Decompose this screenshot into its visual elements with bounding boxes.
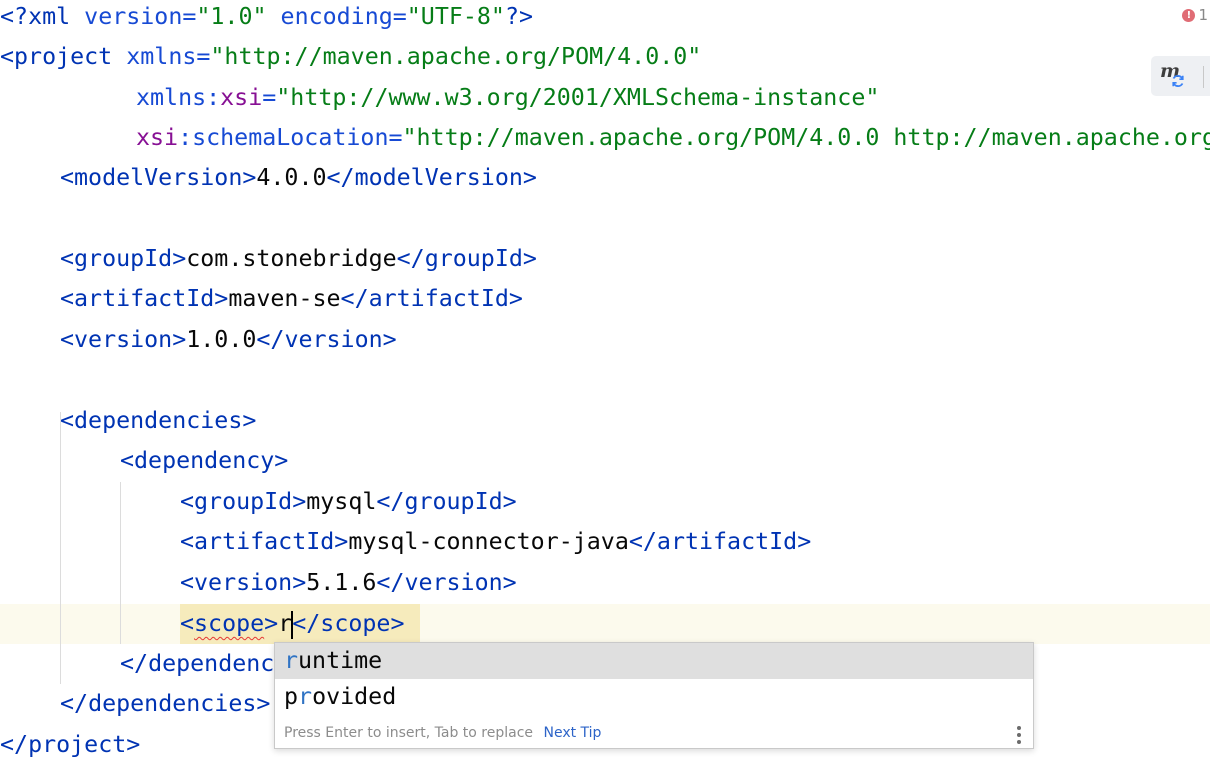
maven-reload-button[interactable]: m xyxy=(1151,56,1210,96)
code-line-19: </project> xyxy=(0,731,141,758)
code-line-4: xsi:schemaLocation="http://maven.apache.… xyxy=(136,124,1210,151)
completion-hint: Press Enter to insert, Tab to replace xyxy=(284,725,534,741)
problem-count: 1 xyxy=(1198,6,1208,24)
code-line-11: <dependencies> xyxy=(60,407,257,434)
code-line-13: <groupId>mysql</groupId> xyxy=(180,488,517,515)
code-line-16: <scope>r</scope> xyxy=(180,610,405,639)
code-line-8: <artifactId>maven-se</artifactId> xyxy=(60,285,523,312)
button-divider xyxy=(1203,66,1204,88)
code-line-2: <project xmlns="http://maven.apache.org/… xyxy=(0,43,702,70)
maven-reload-icon xyxy=(1172,75,1184,87)
code-line-1: <?xml version="1.0" encoding="UTF-8"?> xyxy=(0,3,534,30)
code-line-9: <version>1.0.0</version> xyxy=(60,326,397,353)
code-line-5: <modelVersion>4.0.0</modelVersion> xyxy=(60,164,537,191)
code-line-12: <dependency> xyxy=(120,447,289,474)
code-line-7: <groupId>com.stonebridge</groupId> xyxy=(60,245,537,272)
completion-footer: Press Enter to insert, Tab to replace Ne… xyxy=(275,719,1033,747)
code-line-14: <artifactId>mysql-connector-java</artifa… xyxy=(180,528,812,555)
completion-item-provided[interactable]: provided xyxy=(275,679,1033,715)
next-tip-link[interactable]: Next Tip xyxy=(543,725,601,741)
indent-guide xyxy=(60,412,61,684)
indent-guide xyxy=(120,482,121,644)
code-completion-popup[interactable]: runtime provided Press Enter to insert, … xyxy=(274,642,1034,749)
completion-item-runtime[interactable]: runtime xyxy=(275,643,1033,679)
code-line-15: <version>5.1.6</version> xyxy=(180,569,517,596)
problems-indicator[interactable]: ! 1 xyxy=(1182,4,1210,26)
more-vertical-icon[interactable] xyxy=(1017,726,1021,744)
code-line-18: </dependencies> xyxy=(60,690,271,717)
error-icon: ! xyxy=(1182,8,1196,22)
code-line-3: xmlns:xsi="http://www.w3.org/2001/XMLSch… xyxy=(136,84,880,111)
